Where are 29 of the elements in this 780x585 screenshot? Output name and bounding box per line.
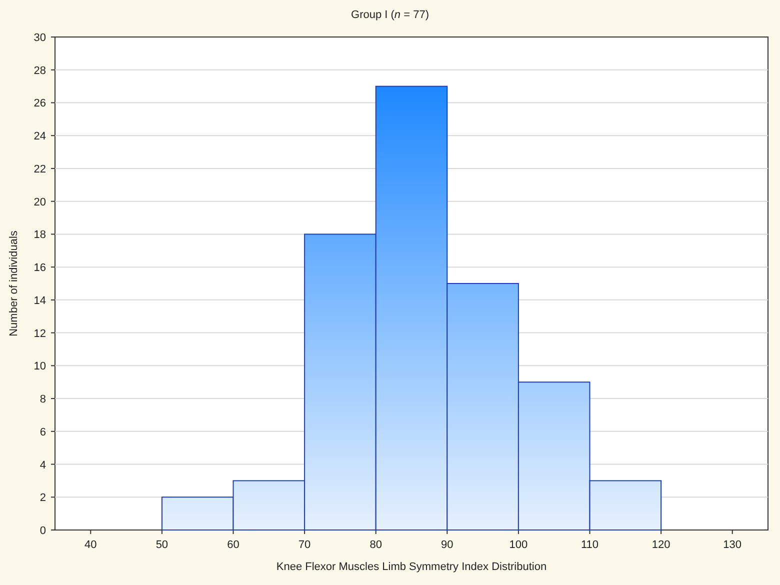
axis-tick-label: 40 <box>84 539 97 551</box>
axis-tick-label: 20 <box>34 196 46 208</box>
x-axis-label: Knee Flexor Muscles Limb Symmetry Index Distribution <box>276 561 547 573</box>
axis-tick-label: 22 <box>34 163 46 176</box>
axis-tick-label: 2 <box>40 492 46 504</box>
axis-tick-label: 4 <box>40 459 46 472</box>
axis-tick-label: 100 <box>509 539 528 551</box>
axis-tick-label: 90 <box>441 539 454 551</box>
axis-tick-label: 14 <box>34 294 46 307</box>
axis-tick-label: 28 <box>34 64 46 77</box>
y-axis-label: Number of individuals <box>8 230 20 336</box>
axis-tick-label: 18 <box>34 229 46 242</box>
axis-tick-label: 60 <box>227 539 240 551</box>
chart-title: Group I (n = 77) <box>351 8 429 23</box>
axis-tick-label: 70 <box>298 539 311 551</box>
axis-tick-label: 24 <box>34 130 46 143</box>
axis-tick-label: 30 <box>34 32 46 44</box>
axis-tick-label: 80 <box>370 539 382 551</box>
axis-tick-label: 6 <box>40 426 46 438</box>
axis-tick-label: 110 <box>580 539 599 551</box>
axis-tick-label: 0 <box>40 525 46 537</box>
axis-tick-label: 120 <box>652 539 670 551</box>
axis-tick-label: 50 <box>156 539 168 551</box>
axis-tick-label: 26 <box>34 98 46 110</box>
axis-tick-label: 16 <box>34 262 46 274</box>
axis-tick-label: 8 <box>40 394 46 406</box>
axis-tick-label: 10 <box>34 360 46 373</box>
axis-tick-label: 130 <box>723 539 742 551</box>
axis-tick-label: 12 <box>34 328 46 340</box>
